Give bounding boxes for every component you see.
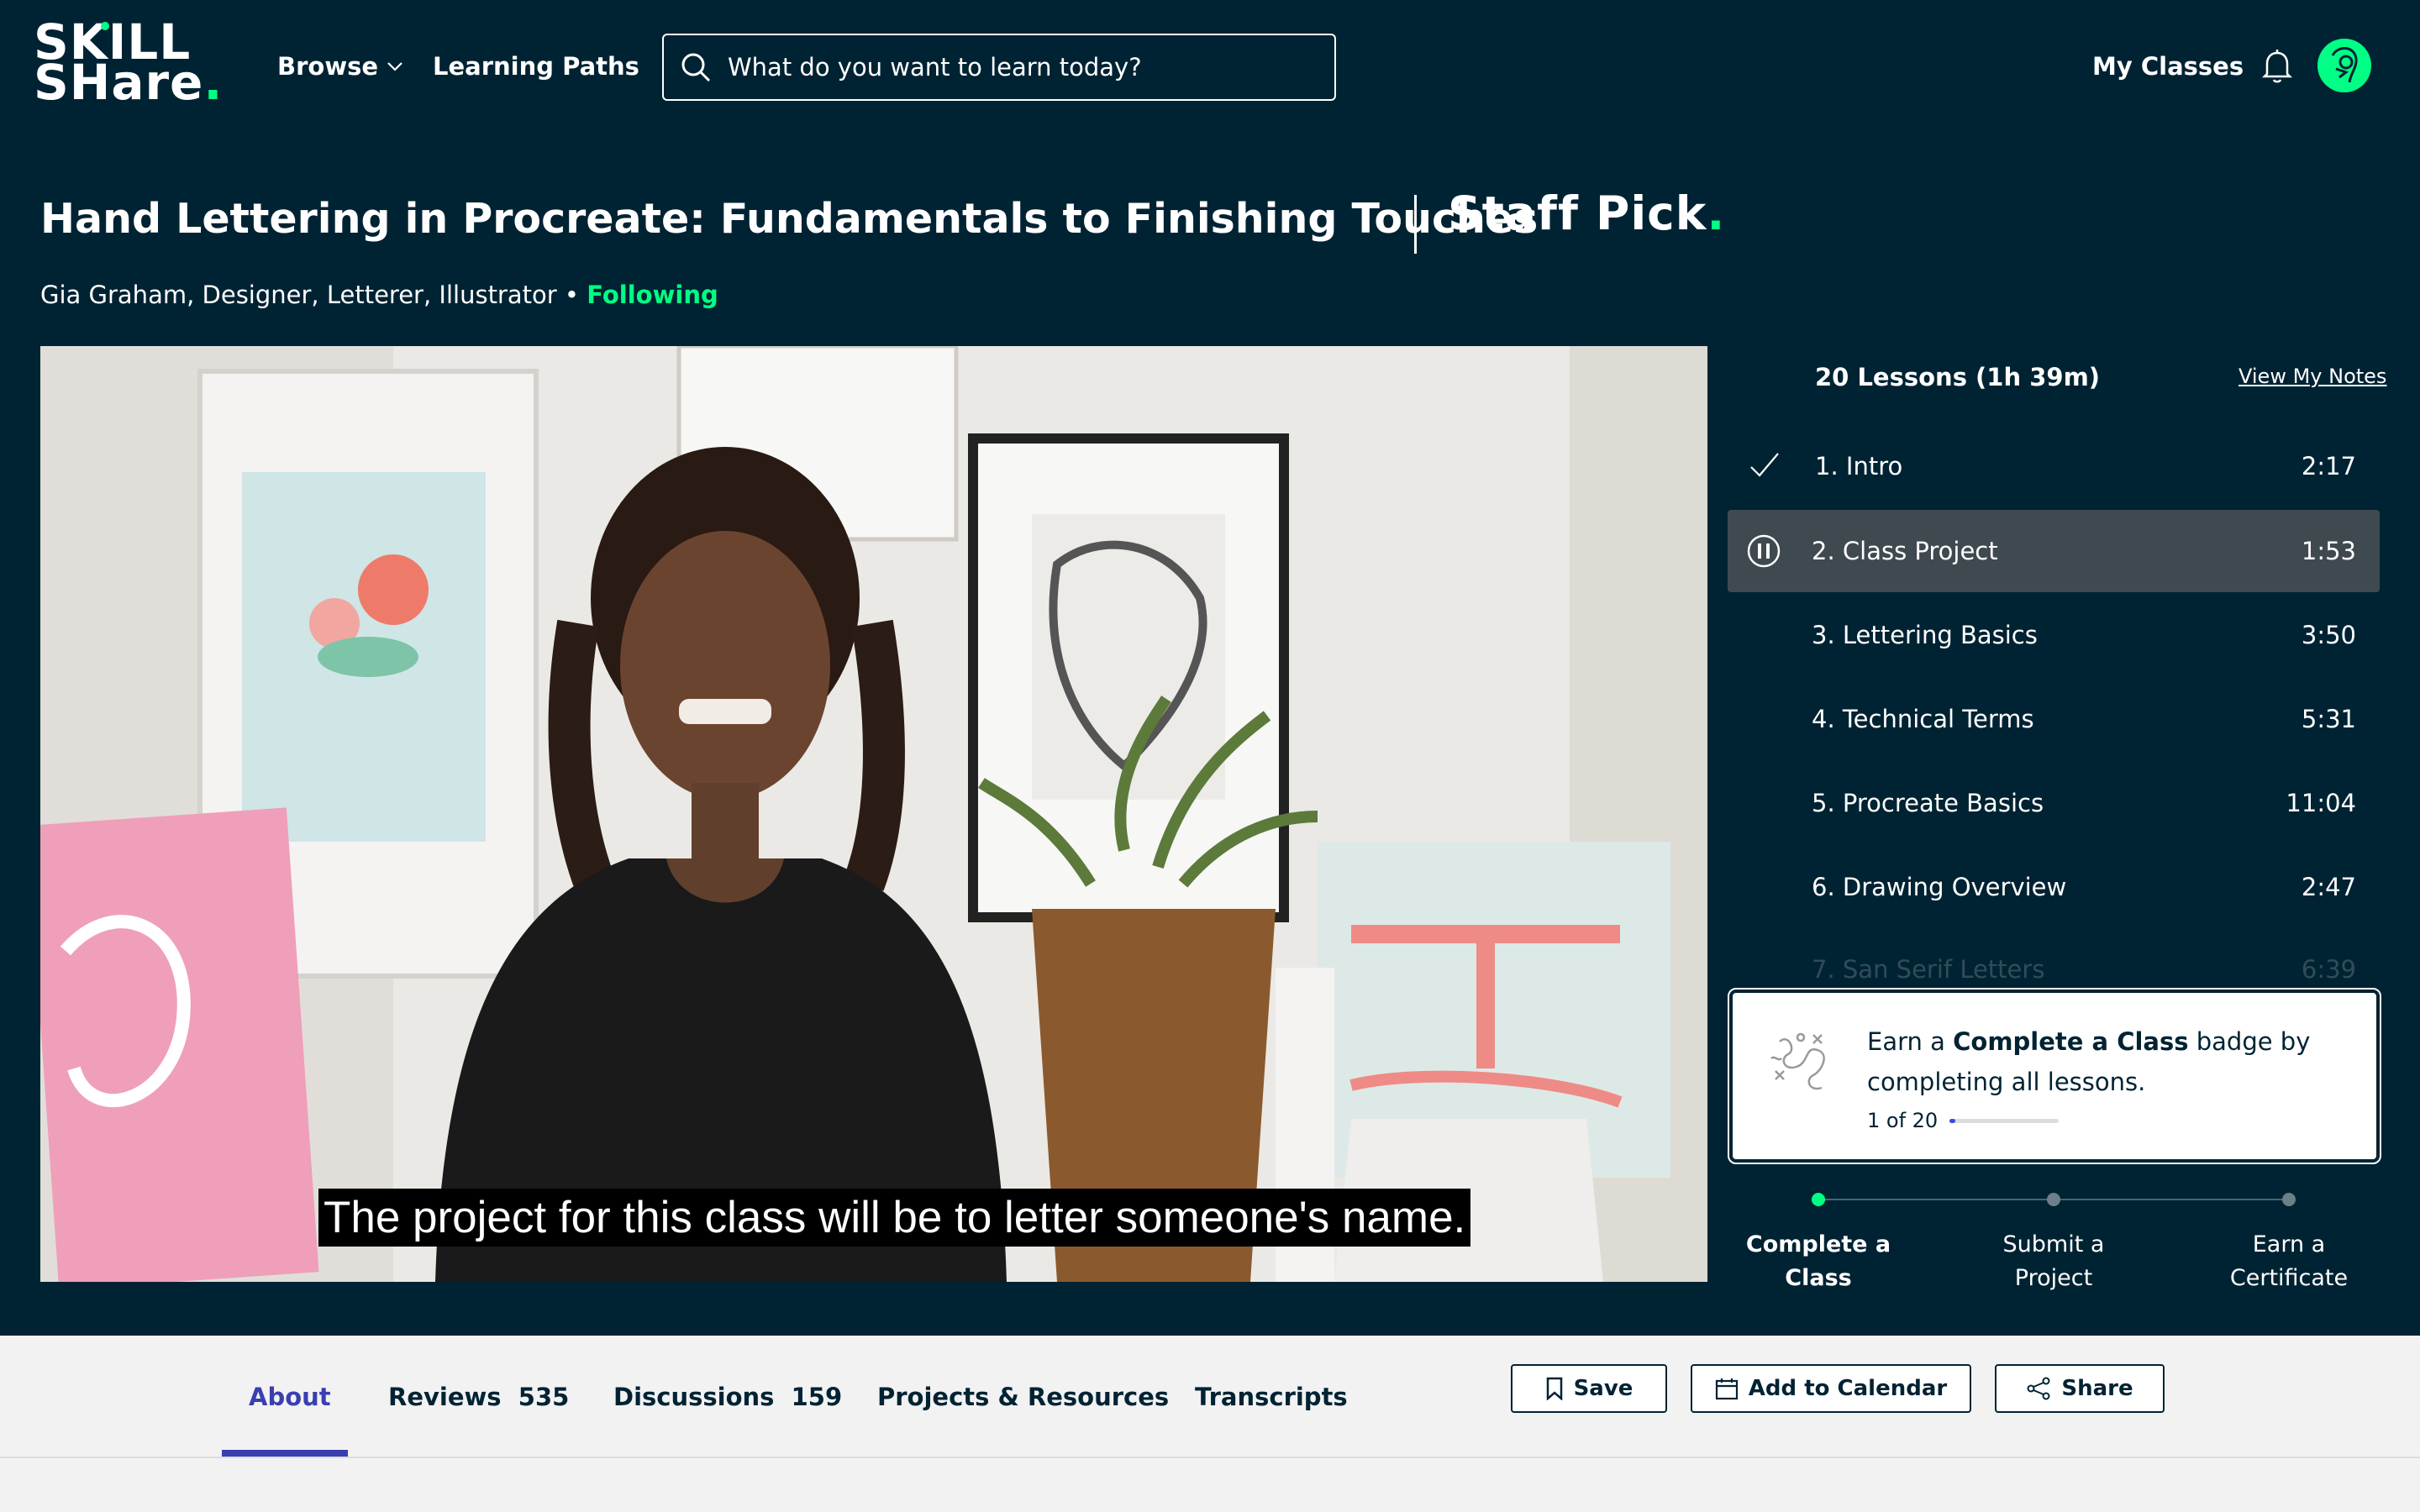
tab-transcripts[interactable]: Transcripts xyxy=(1195,1383,1348,1411)
nav-learning-paths[interactable]: Learning Paths xyxy=(433,52,639,81)
badge-progress-fill xyxy=(1949,1118,1955,1123)
class-tab-bar: About Reviews 535 Discussions 159 Projec… xyxy=(0,1336,2420,1458)
lesson-duration: 1:53 xyxy=(2301,537,2356,565)
lesson-title: 2. Class Project xyxy=(1812,537,1998,565)
badge-progress-bar xyxy=(1949,1118,2060,1123)
checkmark-icon xyxy=(1750,453,1779,477)
tab-reviews-count: 535 xyxy=(518,1383,570,1411)
step-label-line2: Certificate xyxy=(2229,1265,2349,1291)
step-label-earn-certificate[interactable]: Earn a Certificate xyxy=(2205,1228,2373,1295)
notification-bell-icon[interactable] xyxy=(2260,47,2294,84)
step-dot-earn-certificate xyxy=(2282,1193,2296,1206)
tab-reviews[interactable]: Reviews 535 xyxy=(388,1383,569,1411)
lesson-item-4[interactable]: 4. Technical Terms 5:31 xyxy=(1728,678,2380,760)
user-avatar[interactable] xyxy=(2317,39,2371,92)
badge-text: Earn a Complete a Class badge by complet… xyxy=(1867,1021,2363,1102)
lessons-count-header: 20 Lessons (1h 39m) xyxy=(1815,363,2101,391)
teacher-line: Gia Graham, Designer, Letterer, Illustra… xyxy=(40,281,718,309)
search-input[interactable] xyxy=(728,53,1316,81)
tab-about[interactable]: About xyxy=(249,1383,331,1411)
add-to-calendar-label: Add to Calendar xyxy=(1748,1376,1948,1401)
save-button-label: Save xyxy=(1573,1376,1634,1401)
view-notes-link[interactable]: View My Notes xyxy=(2238,365,2386,388)
logo-dot xyxy=(101,22,109,30)
teacher-separator: • xyxy=(556,281,587,309)
lesson-title: 3. Lettering Basics xyxy=(1812,621,2038,649)
logo-accent-dot: . xyxy=(203,54,224,111)
avatar-face-icon xyxy=(2331,47,2358,83)
step-label-submit-project[interactable]: Submit a Project xyxy=(1970,1228,2138,1295)
step-label-line1: Complete a xyxy=(1745,1231,1891,1257)
badge-text-pre: Earn a xyxy=(1867,1027,1954,1056)
lesson-duration: 2:17 xyxy=(2301,452,2356,480)
tab-discussions[interactable]: Discussions 159 xyxy=(613,1383,842,1411)
lesson-item-5[interactable]: 5. Procreate Basics 11:04 xyxy=(1728,762,2380,844)
lesson-duration: 11:04 xyxy=(2286,789,2356,817)
save-button[interactable]: Save xyxy=(1511,1364,1667,1413)
share-button-label: Share xyxy=(2061,1376,2133,1401)
step-label-line2: Class xyxy=(1785,1265,1852,1291)
following-button[interactable]: Following xyxy=(587,281,718,309)
search-box[interactable] xyxy=(662,34,1336,101)
lesson-item-2[interactable]: 2. Class Project 1:53 xyxy=(1728,510,2380,592)
staff-pick-dot: . xyxy=(1707,186,1726,240)
logo-line-2-text: SHare xyxy=(34,54,204,111)
calendar-icon xyxy=(1715,1378,1738,1400)
step-label-complete-class[interactable]: Complete a Class xyxy=(1734,1228,1902,1295)
nav-browse-label: Browse xyxy=(277,52,379,81)
title-divider xyxy=(1414,195,1417,254)
lesson-title: 1. Intro xyxy=(1815,452,1903,480)
step-dot-complete-class xyxy=(1812,1193,1825,1206)
tab-projects-resources[interactable]: Projects & Resources xyxy=(877,1383,1169,1411)
top-header: SKILL SHare. Browse Learning Paths My Cl… xyxy=(0,0,2420,134)
step-label-line1: Submit a xyxy=(2002,1231,2105,1257)
badge-card: Earn a Complete a Class badge by complet… xyxy=(1728,988,2381,1164)
lesson-title: 6. Drawing Overview xyxy=(1812,873,2067,901)
staff-pick-badge: Staff Pick. xyxy=(1448,186,1725,240)
tab-active-underline xyxy=(222,1450,348,1457)
bookmark-icon xyxy=(1546,1377,1562,1400)
teacher-name[interactable]: Gia Graham, Designer, Letterer, Illustra… xyxy=(40,281,557,309)
video-frame-scene xyxy=(40,346,1707,1282)
skillshare-logo[interactable]: SKILL SHare. xyxy=(34,18,222,114)
share-button[interactable]: Share xyxy=(1995,1364,2165,1413)
step-label-line2: Project xyxy=(2014,1265,2093,1291)
tab-discussions-label: Discussions xyxy=(613,1383,775,1411)
badge-progress: 1 of 20 xyxy=(1867,1109,2060,1132)
pause-icon xyxy=(1747,534,1781,568)
lesson-title: 7. San Serif Letters xyxy=(1812,955,2045,984)
class-title: Hand Lettering in Procreate: Fundamental… xyxy=(40,195,1539,243)
search-icon xyxy=(681,53,711,82)
badge-text-strong: Complete a Class xyxy=(1953,1027,2189,1056)
add-to-calendar-button[interactable]: Add to Calendar xyxy=(1691,1364,1971,1413)
lesson-duration: 5:31 xyxy=(2301,705,2356,733)
badge-progress-text: 1 of 20 xyxy=(1867,1109,1939,1132)
staff-pick-label: Staff Pick xyxy=(1448,186,1707,240)
lesson-item-6[interactable]: 6. Drawing Overview 2:47 xyxy=(1728,846,2380,928)
share-icon xyxy=(2027,1377,2050,1400)
lesson-item-3[interactable]: 3. Lettering Basics 3:50 xyxy=(1728,594,2380,676)
logo-line-2: SHare. xyxy=(34,58,222,107)
lesson-item-7[interactable]: 7. San Serif Letters 6:39 xyxy=(1728,930,2380,989)
lesson-title: 5. Procreate Basics xyxy=(1812,789,2044,817)
tab-reviews-label: Reviews xyxy=(388,1383,502,1411)
chevron-down-icon xyxy=(387,62,402,71)
lesson-duration: 3:50 xyxy=(2301,621,2356,649)
step-dot-submit-project xyxy=(2047,1193,2060,1206)
video-caption: The project for this class will be to le… xyxy=(318,1189,1471,1247)
page-content-area xyxy=(0,1458,2420,1512)
nav-browse[interactable]: Browse xyxy=(277,52,403,81)
nav-my-classes[interactable]: My Classes xyxy=(2092,52,2244,81)
badge-scribble-icon xyxy=(1770,1032,1825,1090)
tab-discussions-count: 159 xyxy=(791,1383,843,1411)
lesson-item-1[interactable]: 1. Intro 2:17 xyxy=(1728,425,2380,507)
step-label-line1: Earn a xyxy=(2252,1231,2326,1257)
lesson-duration: 2:47 xyxy=(2301,873,2356,901)
lesson-duration: 6:39 xyxy=(2301,955,2356,984)
lesson-title: 4. Technical Terms xyxy=(1812,705,2034,733)
video-player[interactable]: The project for this class will be to le… xyxy=(40,346,1707,1282)
